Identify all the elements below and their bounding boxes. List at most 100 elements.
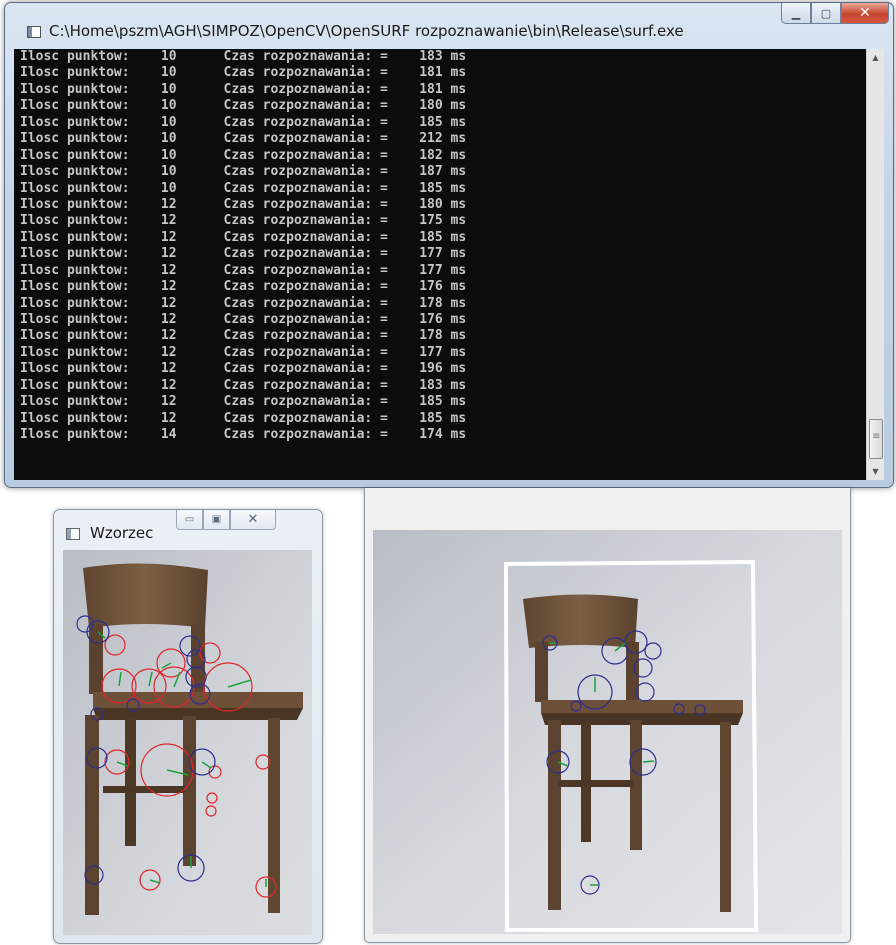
console-line-time: 174	[419, 427, 443, 443]
console-line: Ilosc punktow: 10 Czas rozpoznawania: = …	[20, 115, 466, 131]
pattern-window-title: Wzorzec	[90, 524, 154, 542]
console-line-time-label: Czas rozpoznawania: =	[223, 180, 388, 196]
console-titlebar[interactable]: C:\Home\pszm\AGH\SIMPOZ\OpenCV\OpenSURF …	[5, 3, 893, 49]
pattern-image	[63, 550, 312, 935]
console-line-points: 12	[160, 312, 177, 327]
console-line: Ilosc punktow: 12 Czas rozpoznawania: = …	[20, 279, 466, 295]
console-line-unit: ms	[450, 114, 467, 130]
console-line-points: 10	[160, 49, 177, 64]
console-line-unit: ms	[450, 328, 467, 344]
console-line-label: Ilosc punktow:	[20, 410, 130, 426]
scroll-down-arrow-icon[interactable]: ▼	[867, 463, 884, 480]
console-line-time: 177	[419, 262, 443, 278]
console-line-points: 14	[160, 427, 177, 443]
maximize-button[interactable]: ▣	[203, 510, 230, 530]
close-icon: ✕	[859, 5, 871, 21]
console-line-label: Ilosc punktow:	[20, 213, 130, 229]
console-line-points: 12	[160, 229, 177, 245]
console-line-label: Ilosc punktow:	[20, 312, 130, 327]
console-output[interactable]: Ilosc punktow: 10 Czas rozpoznawania: = …	[14, 49, 866, 480]
console-line-time-label: Czas rozpoznawania: =	[223, 229, 388, 245]
console-line-unit: ms	[450, 312, 467, 327]
console-app-icon[interactable]	[27, 26, 41, 38]
console-line-unit: ms	[450, 246, 467, 262]
maximize-button[interactable]: ▢	[811, 3, 841, 24]
console-line-unit: ms	[450, 65, 467, 81]
chair-photo-with-detection-box	[373, 530, 842, 934]
maximize-icon: ▢	[820, 6, 832, 20]
console-line-time-label: Czas rozpoznawania: =	[223, 262, 388, 278]
console-line-time-label: Czas rozpoznawania: =	[223, 328, 388, 344]
console-line: Ilosc punktow: 12 Czas rozpoznawania: = …	[20, 230, 466, 246]
console-line-time-label: Czas rozpoznawania: =	[223, 131, 388, 147]
console-line-label: Ilosc punktow:	[20, 344, 130, 360]
console-line-unit: ms	[450, 279, 467, 295]
console-line-time-label: Czas rozpoznawania: =	[223, 246, 388, 262]
console-line-points: 10	[160, 81, 177, 97]
console-line-unit: ms	[450, 262, 467, 278]
console-line-time: 185	[419, 229, 443, 245]
console-line: Ilosc punktow: 14 Czas rozpoznawania: = …	[20, 427, 466, 443]
minimize-button[interactable]: ▁	[781, 3, 811, 24]
minimize-button[interactable]: ▭	[176, 510, 203, 530]
console-line-label: Ilosc punktow:	[20, 81, 130, 97]
console-line-time: 176	[419, 312, 443, 327]
console-line: Ilosc punktow: 10 Czas rozpoznawania: = …	[20, 65, 466, 81]
console-line-time: 180	[419, 196, 443, 212]
console-line-time: 185	[419, 410, 443, 426]
console-window[interactable]: C:\Home\pszm\AGH\SIMPOZ\OpenCV\OpenSURF …	[4, 2, 894, 488]
close-button[interactable]: ✕	[841, 3, 889, 24]
console-line-time: 183	[419, 377, 443, 393]
console-line: Ilosc punktow: 12 Czas rozpoznawania: = …	[20, 213, 466, 229]
console-line-label: Ilosc punktow:	[20, 361, 130, 377]
console-line-points: 12	[160, 377, 177, 393]
console-line-label: Ilosc punktow:	[20, 262, 130, 278]
console-caption-buttons: ▁ ▢ ✕	[781, 3, 889, 25]
console-line-unit: ms	[450, 410, 467, 426]
scroll-thumb[interactable]	[869, 419, 883, 459]
console-line-label: Ilosc punktow:	[20, 114, 130, 130]
pattern-window[interactable]: Wzorzec ▭ ▣ ✕	[53, 509, 323, 944]
console-line: Ilosc punktow: 10 Czas rozpoznawania: = …	[20, 98, 466, 114]
console-line: Ilosc punktow: 12 Czas rozpoznawania: = …	[20, 361, 466, 377]
minimize-icon: ▭	[184, 514, 195, 525]
console-line-time-label: Czas rozpoznawania: =	[223, 295, 388, 311]
result-window[interactable]	[364, 488, 851, 943]
console-line: Ilosc punktow: 10 Czas rozpoznawania: = …	[20, 181, 466, 197]
console-line-label: Ilosc punktow:	[20, 427, 130, 443]
console-line-unit: ms	[450, 213, 467, 229]
console-scrollbar[interactable]: ▲ ▼	[866, 49, 884, 480]
console-line-time: 185	[419, 394, 443, 410]
console-line-label: Ilosc punktow:	[20, 295, 130, 311]
console-line: Ilosc punktow: 10 Czas rozpoznawania: = …	[20, 49, 466, 65]
console-line-time: 176	[419, 279, 443, 295]
console-line-unit: ms	[450, 98, 467, 114]
console-line-time: 183	[419, 49, 443, 64]
scroll-up-arrow-icon[interactable]: ▲	[867, 49, 884, 66]
console-line-unit: ms	[450, 131, 467, 147]
console-line-time-label: Czas rozpoznawania: =	[223, 164, 388, 180]
window-app-icon[interactable]	[66, 528, 80, 540]
console-line-time-label: Czas rozpoznawania: =	[223, 196, 388, 212]
console-line-unit: ms	[450, 344, 467, 360]
console-line-time: 177	[419, 246, 443, 262]
console-line-unit: ms	[450, 361, 467, 377]
console-line-time: 187	[419, 164, 443, 180]
close-button[interactable]: ✕	[230, 510, 276, 530]
console-line: Ilosc punktow: 12 Czas rozpoznawania: = …	[20, 296, 466, 312]
console-line-label: Ilosc punktow:	[20, 180, 130, 196]
console-line-points: 12	[160, 246, 177, 262]
console-lines: Ilosc punktow: 10 Czas rozpoznawania: = …	[20, 49, 466, 444]
console-line: Ilosc punktow: 12 Czas rozpoznawania: = …	[20, 246, 466, 262]
console-line-time-label: Czas rozpoznawania: =	[223, 81, 388, 97]
console-line-time: 185	[419, 114, 443, 130]
console-line-points: 12	[160, 344, 177, 360]
console-window-title: C:\Home\pszm\AGH\SIMPOZ\OpenCV\OpenSURF …	[49, 22, 684, 40]
console-line-points: 12	[160, 361, 177, 377]
console-line-time-label: Czas rozpoznawania: =	[223, 312, 388, 327]
console-line-points: 10	[160, 147, 177, 163]
console-line-time-label: Czas rozpoznawania: =	[223, 344, 388, 360]
console-line-time-label: Czas rozpoznawania: =	[223, 361, 388, 377]
chair-photo-with-keypoints	[63, 550, 312, 935]
console-line-time: 181	[419, 81, 443, 97]
